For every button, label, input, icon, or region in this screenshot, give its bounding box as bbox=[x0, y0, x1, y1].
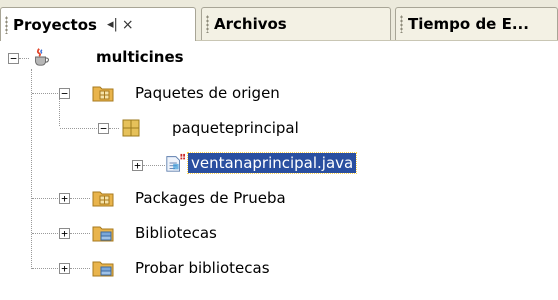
selected-file-label: ventanaprincipal.java bbox=[186, 152, 358, 174]
tab-scroll-icon[interactable]: ◂| bbox=[107, 17, 118, 32]
tab-label: Archivos bbox=[214, 15, 287, 33]
tree-node-libraries[interactable]: + Bibliotecas bbox=[0, 219, 320, 249]
tab-bar: Proyectos ◂| × Archivos Tiempo de E... bbox=[0, 0, 558, 41]
tree-guide bbox=[70, 198, 90, 200]
project-tree: − multicines − Paquetes de origen − paqu… bbox=[0, 41, 558, 300]
node-label: Packages de Prueba bbox=[135, 189, 286, 207]
tree-guide bbox=[32, 233, 58, 235]
project-name: multicines bbox=[96, 48, 184, 66]
expand-icon[interactable]: + bbox=[59, 193, 70, 204]
collapse-icon[interactable]: − bbox=[98, 123, 109, 134]
tree-guide bbox=[109, 128, 119, 130]
library-folder-icon bbox=[92, 226, 114, 242]
drag-grip[interactable] bbox=[400, 15, 403, 33]
node-label: Paquetes de origen bbox=[135, 84, 280, 102]
expand-icon[interactable]: + bbox=[59, 228, 70, 239]
node-label: paqueteprincipal bbox=[172, 119, 299, 137]
drag-grip[interactable] bbox=[5, 15, 8, 34]
expand-icon[interactable]: + bbox=[59, 263, 70, 274]
tree-guide bbox=[70, 268, 90, 270]
tree-node-project[interactable]: − multicines bbox=[0, 44, 300, 74]
tree-node-java-file[interactable]: + ventanaprincipal.java bbox=[0, 149, 420, 179]
tree-guide bbox=[70, 233, 90, 235]
drag-grip[interactable] bbox=[206, 15, 209, 33]
node-label: Bibliotecas bbox=[135, 224, 217, 242]
tree-node-test-packages[interactable]: + Packages de Prueba bbox=[0, 184, 320, 214]
tree-guide bbox=[60, 128, 97, 130]
java-file-icon bbox=[166, 153, 185, 172]
test-folder-icon bbox=[92, 191, 114, 207]
java-project-icon bbox=[35, 48, 49, 66]
test-library-folder-icon bbox=[92, 261, 114, 277]
tree-node-test-libraries[interactable]: + Probar bibliotecas bbox=[0, 254, 320, 284]
tab-label: Tiempo de E... bbox=[408, 15, 529, 33]
tree-guide bbox=[32, 198, 58, 200]
tree-node-source-packages[interactable]: − Paquetes de origen bbox=[0, 79, 300, 109]
tab-label: Proyectos bbox=[13, 15, 97, 34]
collapse-icon[interactable]: − bbox=[59, 88, 70, 99]
collapse-icon[interactable]: − bbox=[8, 53, 19, 64]
tree-node-package[interactable]: − paqueteprincipal bbox=[0, 114, 320, 144]
tab-tiempo-de-ejecucion[interactable]: Tiempo de E... bbox=[395, 7, 558, 40]
package-icon bbox=[122, 119, 140, 137]
tree-guide bbox=[32, 268, 58, 270]
expand-icon[interactable]: + bbox=[132, 160, 143, 171]
node-label: Probar bibliotecas bbox=[135, 259, 270, 277]
tree-guide bbox=[32, 93, 58, 95]
tab-archivos[interactable]: Archivos bbox=[201, 7, 391, 40]
tab-proyectos[interactable]: Proyectos ◂| × bbox=[0, 7, 196, 41]
tree-guide bbox=[143, 165, 165, 167]
source-folder-icon bbox=[92, 86, 114, 102]
close-icon[interactable]: × bbox=[122, 17, 134, 33]
tree-guide bbox=[19, 58, 29, 60]
